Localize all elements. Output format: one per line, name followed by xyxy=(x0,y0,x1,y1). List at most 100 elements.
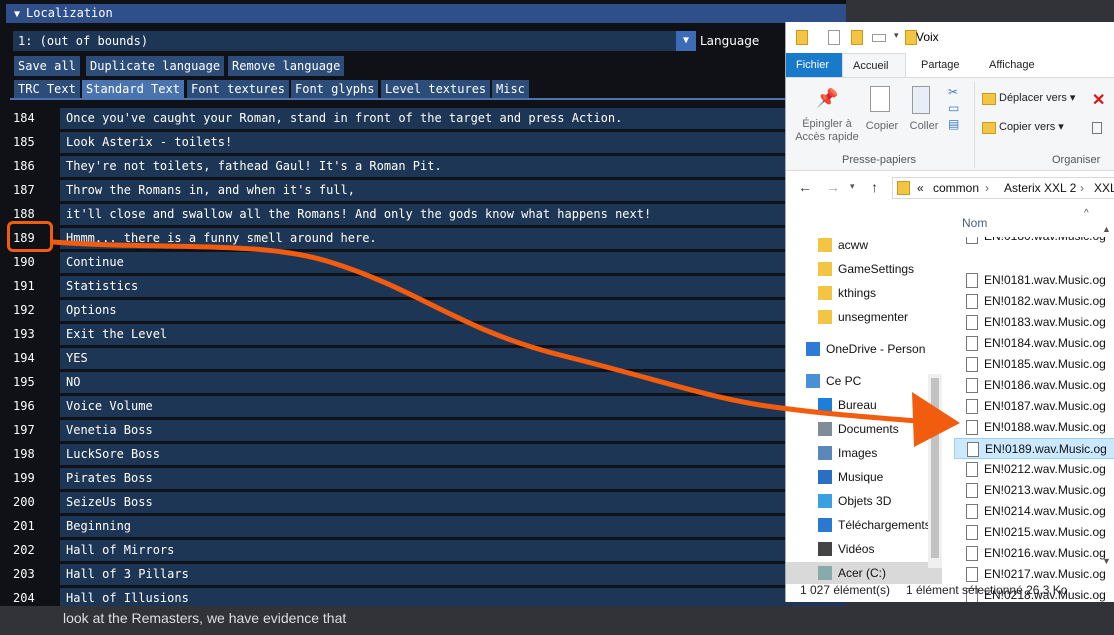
entry-text-field[interactable]: Voice Volume xyxy=(60,396,846,417)
file-icon xyxy=(966,273,978,288)
nav-item[interactable]: Documents xyxy=(786,418,942,440)
breadcrumb-overflow[interactable]: « xyxy=(917,181,924,195)
entry-text-field[interactable]: Hmmm... there is a funny smell around he… xyxy=(60,228,846,249)
entry-text-field[interactable]: Look Asterix - toilets! xyxy=(60,132,846,153)
properties-icon[interactable] xyxy=(828,30,840,45)
nav-item[interactable]: Téléchargements xyxy=(786,514,942,536)
tab-partage[interactable]: Partage xyxy=(911,53,970,77)
file-row[interactable]: EN!0185.wav.Music.og xyxy=(954,354,1114,375)
entry-text-field[interactable]: Hall of Mirrors xyxy=(60,540,846,561)
dropdown-arrow-icon[interactable]: ▼ xyxy=(676,31,696,51)
file-row[interactable]: EN!0186.wav.Music.og xyxy=(954,375,1114,396)
paste-button[interactable]: Coller xyxy=(904,120,944,133)
file-row[interactable]: EN!0182.wav.Music.og xyxy=(954,291,1114,312)
entry-text-field[interactable]: Venetia Boss xyxy=(60,420,846,441)
breadcrumb-common[interactable]: common xyxy=(933,181,979,195)
ribbon-tab-bar: Fichier Accueil Partage Affichage xyxy=(786,53,1114,77)
remove-language-button[interactable]: Remove language xyxy=(228,56,345,76)
language-dropdown[interactable]: 1: (out of bounds) ▼ xyxy=(13,31,696,51)
scroll-up-icon[interactable]: ▲ xyxy=(1102,224,1111,234)
navigation-scrollbar[interactable] xyxy=(928,374,942,568)
file-row[interactable]: EN!0187.wav.Music.og xyxy=(954,396,1114,417)
nav-item[interactable]: Vidéos xyxy=(786,538,942,560)
nav-item[interactable]: Objets 3D xyxy=(786,490,942,512)
file-row[interactable]: EN!0215.wav.Music.og xyxy=(954,522,1114,543)
file-list-scrollbar[interactable]: ▲ ▼ xyxy=(1100,204,1114,576)
nav-item[interactable]: Images xyxy=(786,442,942,464)
scroll-down-icon[interactable]: ▼ xyxy=(1102,556,1111,566)
breadcrumb-xxl[interactable]: XXL xyxy=(1094,181,1114,195)
tab-standard-text[interactable]: Standard Text xyxy=(82,80,184,98)
copy-button[interactable]: Copier xyxy=(862,120,902,133)
nav-item[interactable]: kthings xyxy=(786,282,942,304)
tab-font-textures[interactable]: Font textures xyxy=(187,80,289,98)
nav-item[interactable]: acww xyxy=(786,234,942,256)
nav-item[interactable]: Bureau xyxy=(786,394,942,416)
address-bar[interactable]: « common › Asterix XXL 2 › XXL xyxy=(892,177,1114,199)
entry-text-field[interactable]: Pirates Boss xyxy=(60,468,846,489)
customize-toolbar-icon[interactable]: ▾ xyxy=(894,30,899,41)
navigation-scrollbar-thumb[interactable] xyxy=(931,378,939,558)
entry-text-field[interactable]: YES xyxy=(60,348,846,369)
file-row[interactable]: EN!0214.wav.Music.og xyxy=(954,501,1114,522)
entry-text-field[interactable]: Hall of Illusions xyxy=(60,588,846,606)
breadcrumb-asterix[interactable]: Asterix XXL 2 xyxy=(1004,181,1076,195)
tab-fichier[interactable]: Fichier xyxy=(786,53,842,77)
file-row[interactable]: EN!0188.wav.Music.og xyxy=(954,417,1114,438)
entry-text-field[interactable]: Statistics xyxy=(60,276,846,297)
forward-arrow-icon[interactable]: → xyxy=(826,179,840,195)
delete-icon[interactable]: ✕ xyxy=(1092,90,1105,110)
file-row[interactable]: EN!0189.wav.Music.og xyxy=(954,438,1114,459)
tab-level-textures[interactable]: Level textures xyxy=(381,80,491,98)
tab-accueil[interactable]: Accueil xyxy=(842,53,906,77)
file-row[interactable]: EN!0212.wav.Music.og xyxy=(954,459,1114,480)
nav-item[interactable]: unsegmenter xyxy=(786,306,942,328)
organize-group-label: Organiser xyxy=(1052,154,1101,166)
rename-button-icon[interactable] xyxy=(1092,122,1102,134)
file-row[interactable]: EN!0183.wav.Music.og xyxy=(954,312,1114,333)
back-arrow-icon[interactable]: ← xyxy=(798,179,812,195)
file-row[interactable]: EN!0216.wav.Music.og xyxy=(954,543,1114,564)
text-entry-row: 190 Continue xyxy=(0,252,846,276)
entry-text-field[interactable]: SeizeUs Boss xyxy=(60,492,846,513)
move-to-button[interactable]: Déplacer vers ▾ xyxy=(999,92,1075,105)
entry-text-field[interactable]: Beginning xyxy=(60,516,846,537)
file-name: EN!0213.wav.Music.og xyxy=(984,483,1106,497)
nav-item[interactable]: GameSettings xyxy=(786,258,942,280)
tab-affichage[interactable]: Affichage xyxy=(979,53,1045,77)
nav-item[interactable]: OneDrive - Person xyxy=(786,338,930,360)
entry-text-field[interactable]: Continue xyxy=(60,252,846,273)
entry-text-field[interactable]: LuckSore Boss xyxy=(60,444,846,465)
tab-trc-text[interactable]: TRC Text xyxy=(14,80,80,98)
panel-title-bar[interactable]: ▼ Localization xyxy=(6,4,846,23)
save-all-button[interactable]: Save all xyxy=(14,56,80,76)
file-row[interactable]: EN!0181.wav.Music.og xyxy=(954,270,1114,291)
nav-item[interactable]: Ce PC xyxy=(786,370,930,392)
copy-to-button[interactable]: Copier vers ▾ xyxy=(999,121,1064,134)
pin-quick-access-button[interactable]: Épingler à Accès rapide xyxy=(792,118,862,144)
new-folder-icon[interactable] xyxy=(851,30,863,45)
file-row[interactable]: EN!0180.wav.Music.og xyxy=(954,237,1114,247)
entry-text-field[interactable]: They're not toilets, fathead Gaul! It's … xyxy=(60,156,846,177)
duplicate-language-button[interactable]: Duplicate language xyxy=(86,56,225,76)
cut-icon[interactable]: ✂ ▭ ▤ xyxy=(948,84,964,134)
entry-text-field[interactable]: Once you've caught your Roman, stand in … xyxy=(60,108,846,129)
recent-dropdown-icon[interactable]: ▾ xyxy=(850,181,855,192)
tab-font-glyphs[interactable]: Font glyphs xyxy=(291,80,379,98)
entry-text-field[interactable]: Exit the Level xyxy=(60,324,846,345)
file-row[interactable]: EN!0184.wav.Music.og xyxy=(954,333,1114,354)
entry-text-field[interactable]: Throw the Romans in, and when it's full, xyxy=(60,180,846,201)
entry-text-field[interactable]: NO xyxy=(60,372,846,393)
desktop-icon xyxy=(818,398,832,412)
entry-text-field[interactable]: Hall of 3 Pillars xyxy=(60,564,846,585)
entry-text-field[interactable]: Options xyxy=(60,300,846,321)
collapse-arrow-icon[interactable]: ▼ xyxy=(14,9,20,20)
file-row[interactable]: EN!0213.wav.Music.og xyxy=(954,480,1114,501)
nav-item[interactable]: Musique xyxy=(786,466,942,488)
tab-misc[interactable]: Misc xyxy=(492,80,529,98)
selection-status: 1 élément sélectionné 26,3 Ko xyxy=(906,583,1068,597)
rename-icon[interactable] xyxy=(872,34,886,42)
name-column-header[interactable]: Nom xyxy=(962,216,987,230)
up-arrow-icon[interactable]: ↑ xyxy=(871,179,878,195)
entry-text-field[interactable]: it'll close and swallow all the Romans! … xyxy=(60,204,846,225)
